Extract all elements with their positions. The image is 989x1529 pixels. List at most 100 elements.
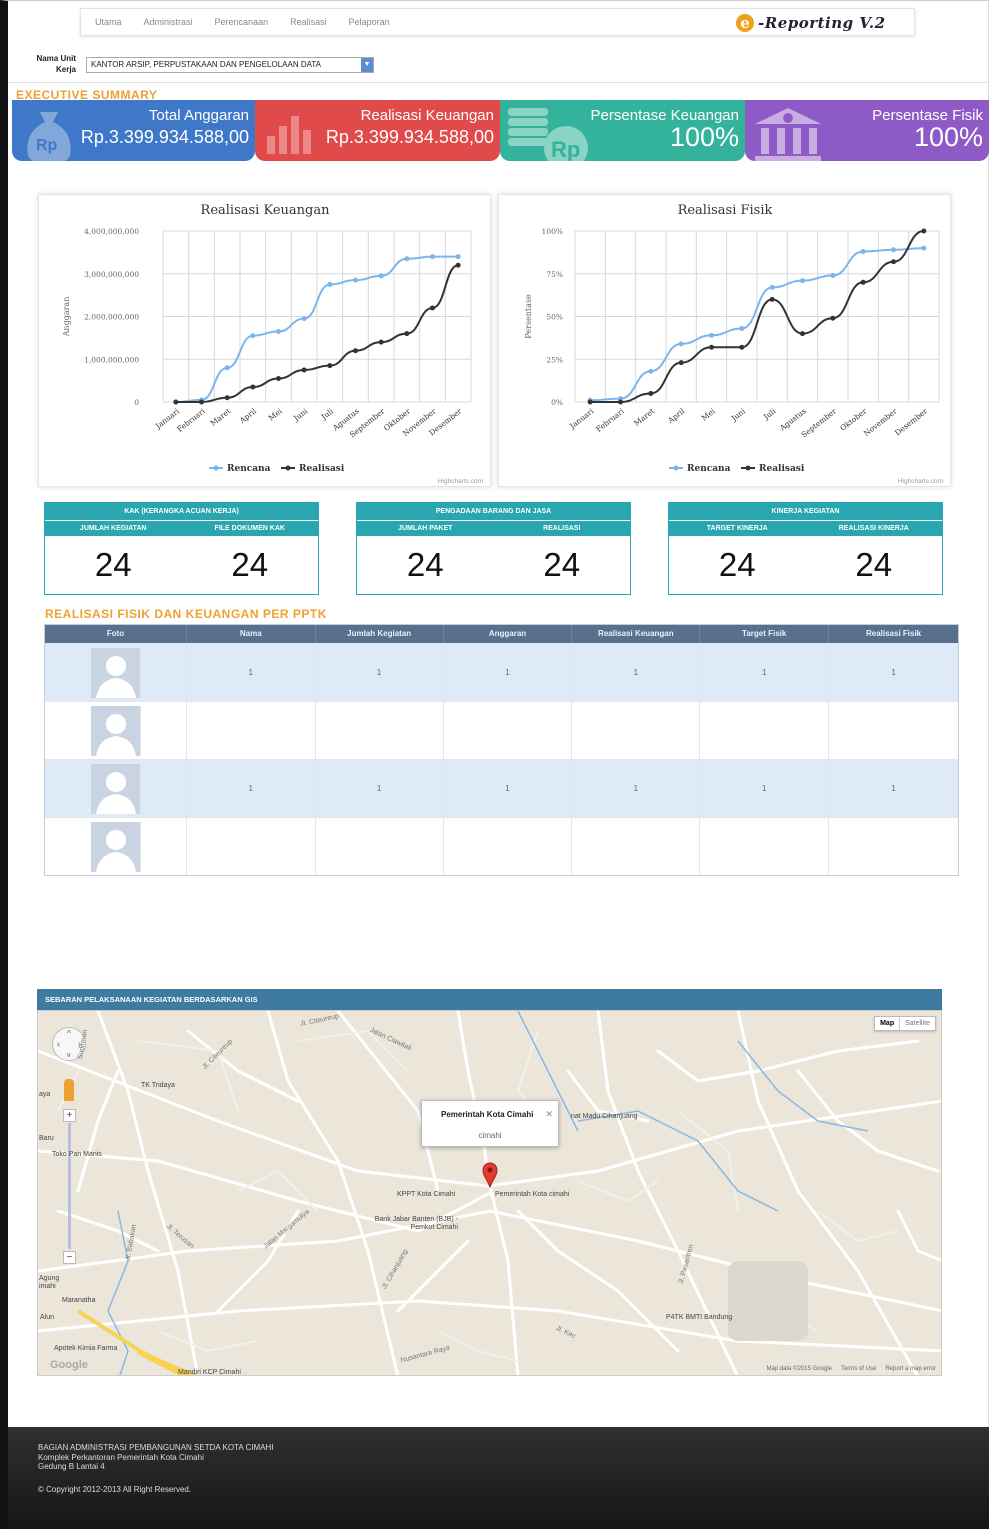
- place-label: Toko Pan Manis: [52, 1151, 102, 1158]
- chart-title: Realisasi Keuangan: [201, 203, 331, 218]
- table-cell: 1: [891, 668, 896, 677]
- terms-link[interactable]: Terms of Use: [841, 1366, 876, 1372]
- photo-cell: [45, 818, 187, 875]
- nav-administrasi[interactable]: Administrasi: [144, 17, 193, 27]
- gis-map[interactable]: ^ ‹ › v + − Map Satellite TK Tridaya Tok…: [37, 1010, 942, 1376]
- arrow-down-icon[interactable]: v: [67, 1052, 71, 1059]
- footer-line: BAGIAN ADMINISTRASI PEMBANGUNAN SETDA KO…: [38, 1443, 274, 1452]
- chart-svg: Realisasi Keuangan 4,000,000,000 3,000,000…: [62, 203, 483, 485]
- place-label: KPPT Kota Cimahi: [397, 1191, 456, 1198]
- place-label: Pemerintah Kota cimahi: [495, 1191, 570, 1198]
- card-title: Realisasi Keuangan: [360, 107, 494, 124]
- stat-label: REALISASI: [543, 525, 581, 532]
- column-header[interactable]: Jumlah Kegiatan: [316, 625, 444, 643]
- data-point-rencana: [276, 328, 281, 334]
- x-tick-label: Juni: [729, 406, 748, 423]
- photo-cell: [45, 644, 187, 701]
- map-type-control: Map Satellite: [874, 1016, 936, 1031]
- app-logo[interactable]: e -Reporting V.2: [736, 12, 886, 34]
- avatar: [91, 764, 141, 814]
- legend-marker: [285, 465, 291, 471]
- data-point-realisasi: [404, 331, 410, 337]
- map-type-map-button[interactable]: Map: [875, 1017, 901, 1030]
- nav-pelaporan[interactable]: Pelaporan: [349, 17, 390, 27]
- column-header[interactable]: Nama: [187, 625, 316, 643]
- data-point-rencana: [455, 254, 461, 260]
- data-point-realisasi: [199, 399, 204, 405]
- table-row[interactable]: 111111: [45, 643, 958, 701]
- arrow-up-icon[interactable]: ^: [67, 1029, 71, 1038]
- unit-select[interactable]: KANTOR ARSIP, PERPUSTAKAAN DAN PENGELOLA…: [86, 57, 374, 73]
- zoom-slider[interactable]: [68, 1123, 71, 1249]
- table-cell: [444, 818, 573, 875]
- x-tick-label: April: [237, 406, 258, 426]
- table-cell: 1: [700, 760, 830, 817]
- data-point-rencana: [430, 254, 435, 260]
- chevron-down-icon[interactable]: ▼: [361, 58, 373, 72]
- table-row[interactable]: [45, 701, 958, 759]
- column-header[interactable]: Target Fisik: [700, 625, 830, 643]
- chart-title: Realisasi Fisik: [678, 203, 773, 218]
- table-row[interactable]: [45, 817, 958, 875]
- avatar: [91, 648, 141, 698]
- data-point-rencana: [800, 278, 805, 284]
- pptk-section-title: REALISASI FISIK DAN KEUANGAN PER PPTK: [45, 607, 327, 621]
- place-label: Mandiri KCP Cimahi: [178, 1369, 241, 1376]
- column-header[interactable]: Realisasi Keuangan: [572, 625, 701, 643]
- divider: [8, 82, 989, 83]
- nav-realisasi[interactable]: Realisasi: [290, 17, 327, 27]
- nav-perencanaan[interactable]: Perencanaan: [215, 17, 269, 27]
- avatar: [91, 822, 141, 872]
- data-point-rencana: [891, 247, 896, 253]
- arrow-left-icon[interactable]: ‹: [57, 1039, 60, 1049]
- table-cell: [187, 702, 316, 759]
- column-header[interactable]: Anggaran: [444, 625, 573, 643]
- column-header[interactable]: Realisasi Fisik: [829, 625, 958, 643]
- stat-label: JUMLAH KEGIATAN: [79, 525, 147, 532]
- table-cell: 1: [572, 760, 701, 817]
- data-point-rencana: [301, 316, 307, 322]
- report-error-link[interactable]: Report a map error: [885, 1366, 936, 1372]
- data-point-realisasi: [301, 367, 307, 373]
- stat-value: 24: [855, 546, 893, 583]
- table-cell: [444, 702, 573, 759]
- unit-label: Nama Unit Kerja: [36, 54, 76, 74]
- y-tick-label: 1,000,000,000: [84, 355, 139, 364]
- map-type-satellite-button[interactable]: Satellite: [900, 1017, 935, 1030]
- x-tick-label: Februari: [594, 406, 626, 434]
- x-tick-label: April: [665, 406, 686, 426]
- legend-label: Realisasi: [759, 464, 805, 474]
- stat-title: KINERJA KEGIATAN: [669, 503, 942, 520]
- zoom-out-icon[interactable]: −: [63, 1251, 76, 1264]
- card-value: Rp.3.399.934.588,00: [325, 127, 494, 147]
- zoom-in-icon[interactable]: +: [63, 1109, 76, 1122]
- y-tick-label: 3,000,000,000: [84, 270, 139, 279]
- data-point-rencana: [739, 325, 745, 331]
- close-icon[interactable]: ✕: [545, 1109, 553, 1120]
- pegman-icon[interactable]: [64, 1079, 74, 1101]
- legend-label: Realisasi: [299, 464, 345, 474]
- x-tick-label: Juli: [761, 406, 778, 422]
- card-persentase-keuangan: Rp Persentase Keuangan 100%: [500, 100, 745, 161]
- table-cell: 1: [316, 760, 444, 817]
- column-header[interactable]: Foto: [45, 625, 187, 643]
- table-cell: 1: [187, 760, 316, 817]
- x-tick-label: Mei: [700, 406, 717, 422]
- highcharts-credit: Highcharts.com: [898, 478, 943, 485]
- data-point-realisasi: [276, 375, 281, 381]
- data-point-rencana: [921, 245, 927, 251]
- info-title: Pemerintah Kota Cimahi: [441, 1110, 534, 1119]
- logo-text: -Reporting V.2: [758, 14, 886, 32]
- stat-label: REALISASI KINERJA: [838, 525, 909, 532]
- nav-utama[interactable]: Utama: [95, 17, 122, 27]
- table-body: 111111111111: [45, 643, 958, 875]
- map-marker-icon[interactable]: [482, 1162, 498, 1188]
- stat-value: 24: [543, 546, 581, 583]
- data-point-realisasi: [587, 399, 593, 405]
- logo-e-icon: e: [736, 14, 754, 32]
- data-point-rencana: [404, 256, 410, 262]
- table-cell: 1: [444, 760, 573, 817]
- chart-svg: Realisasi Fisik 100% 75% 50% 25% 0% Persentase…: [524, 203, 943, 485]
- table-row[interactable]: 111111: [45, 759, 958, 817]
- data-point-realisasi: [327, 363, 333, 369]
